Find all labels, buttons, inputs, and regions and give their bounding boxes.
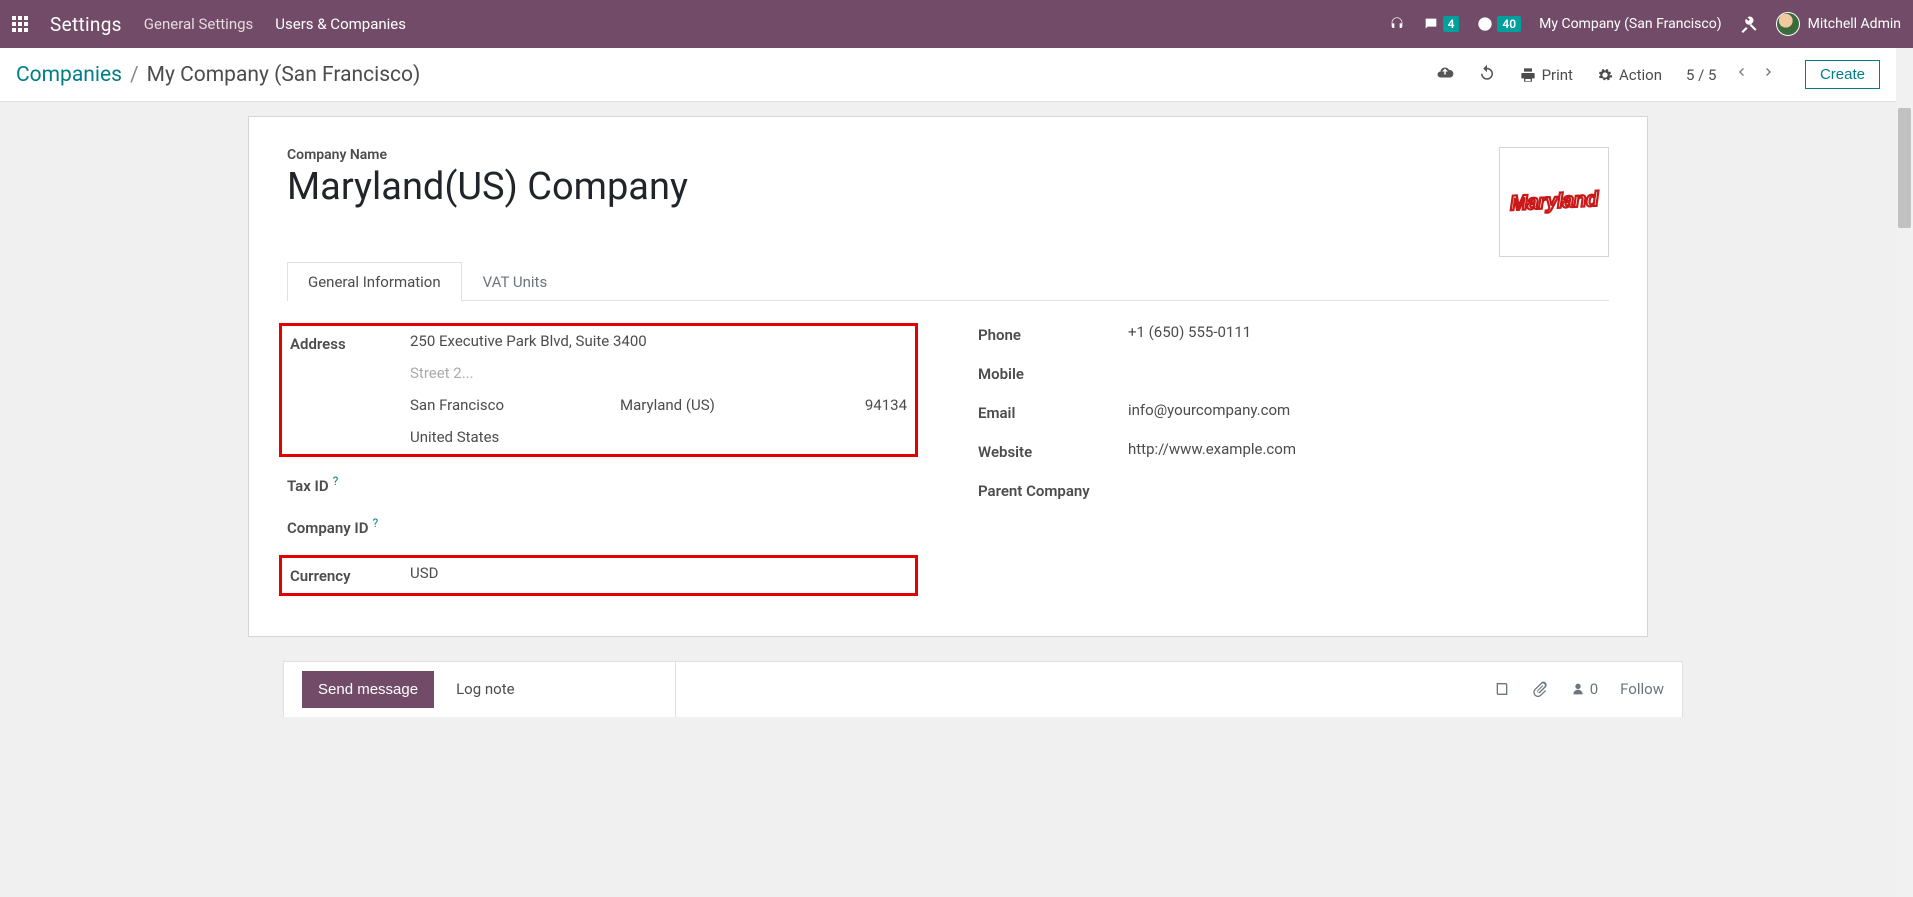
breadcrumb-root[interactable]: Companies — [16, 63, 122, 87]
website-value[interactable]: http://www.example.com — [1128, 440, 1609, 458]
tax-id-label: Tax ID? — [287, 471, 407, 495]
attachments-button[interactable] — [1494, 681, 1510, 697]
chevron-left-icon — [1733, 64, 1749, 80]
menu-general-settings[interactable]: General Settings — [144, 15, 254, 33]
help-icon[interactable]: ? — [372, 516, 378, 530]
cloud-upload-icon — [1436, 64, 1454, 82]
headset-icon — [1389, 16, 1405, 32]
create-button[interactable]: Create — [1805, 60, 1880, 89]
mobile-label: Mobile — [978, 362, 1128, 383]
address-country[interactable]: United States — [410, 428, 907, 446]
action-menu[interactable]: Action — [1597, 66, 1662, 84]
email-value[interactable]: info@yourcompany.com — [1128, 401, 1609, 419]
company-logo[interactable]: Maryland — [1499, 147, 1609, 257]
activities-badge: 40 — [1497, 16, 1521, 32]
address-street[interactable]: 250 Executive Park Blvd, Suite 3400 — [410, 332, 907, 350]
breadcrumb-separator: / — [130, 63, 139, 87]
print-icon — [1520, 67, 1536, 83]
chevron-right-icon — [1761, 64, 1777, 80]
systray-debug[interactable] — [1740, 15, 1758, 33]
follow-button[interactable]: Follow — [1620, 680, 1664, 698]
menu-users-companies[interactable]: Users & Companies — [275, 15, 406, 33]
address-street2[interactable]: Street 2... — [410, 364, 907, 382]
company-name-value[interactable]: Maryland(US) Company — [287, 165, 1609, 211]
scrollbar[interactable] — [1896, 48, 1913, 897]
app-brand[interactable]: Settings — [50, 13, 122, 36]
form-sheet: Company Name Maryland(US) Company Maryla… — [248, 116, 1648, 637]
tab-general-information[interactable]: General Information — [287, 262, 462, 301]
email-label: Email — [978, 401, 1128, 422]
discard-button[interactable] — [1478, 64, 1496, 86]
address-state[interactable]: Maryland (US) — [620, 396, 827, 414]
company-name-label: Company Name — [287, 147, 1609, 163]
systray-onboarding[interactable] — [1389, 16, 1405, 32]
clock-icon — [1477, 16, 1493, 32]
pager: 5 / 5 — [1686, 64, 1781, 85]
company-logo-text: Maryland — [1509, 188, 1598, 217]
pager-value[interactable]: 5 / 5 — [1686, 66, 1717, 84]
messaging-badge: 4 — [1443, 16, 1460, 32]
help-icon[interactable]: ? — [333, 474, 339, 488]
print-menu[interactable]: Print — [1520, 66, 1573, 84]
systray-messaging[interactable]: 4 — [1423, 16, 1460, 32]
address-highlight: Address 250 Executive Park Blvd, Suite 3… — [279, 323, 918, 457]
paperclip-icon — [1532, 681, 1548, 697]
tab-vat-units[interactable]: VAT Units — [462, 262, 569, 301]
currency-label: Currency — [290, 564, 410, 585]
current-company-label: My Company (San Francisco) — [1539, 16, 1721, 32]
address-label: Address — [290, 332, 410, 353]
followers-button[interactable]: 0 — [1570, 680, 1598, 698]
book-icon — [1494, 681, 1510, 697]
breadcrumb-current: My Company (San Francisco) — [147, 63, 421, 87]
followers-count: 0 — [1590, 680, 1598, 698]
currency-value[interactable]: USD — [410, 564, 907, 582]
breadcrumb: Companies / My Company (San Francisco) — [16, 63, 1436, 87]
print-label: Print — [1542, 66, 1573, 84]
tools-icon — [1740, 15, 1758, 33]
chatter-bar: Send message Log note 0 Follow — [283, 661, 1683, 717]
user-icon — [1570, 681, 1586, 697]
log-note-button[interactable]: Log note — [456, 680, 514, 698]
attach-file-button[interactable] — [1532, 681, 1548, 697]
send-message-button[interactable]: Send message — [302, 671, 434, 708]
gear-icon — [1597, 67, 1613, 83]
form-tabs: General Information VAT Units — [287, 261, 1609, 301]
pager-prev[interactable] — [1729, 64, 1757, 85]
address-zip[interactable]: 94134 — [827, 396, 907, 414]
scroll-thumb[interactable] — [1898, 108, 1911, 228]
apps-icon[interactable] — [12, 16, 28, 32]
address-city[interactable]: San Francisco — [410, 396, 620, 414]
user-name: Mitchell Admin — [1808, 16, 1901, 32]
website-label: Website — [978, 440, 1128, 461]
undo-icon — [1478, 64, 1496, 82]
company-switcher[interactable]: My Company (San Francisco) — [1539, 16, 1721, 32]
parent-company-label: Parent Company — [978, 479, 1128, 500]
comments-icon — [1423, 16, 1439, 32]
top-navbar: Settings General Settings Users & Compan… — [0, 0, 1913, 48]
pager-next[interactable] — [1757, 64, 1781, 85]
avatar — [1776, 12, 1800, 36]
action-label: Action — [1619, 66, 1662, 84]
systray-activities[interactable]: 40 — [1477, 16, 1521, 32]
cloud-upload-button[interactable] — [1436, 64, 1454, 86]
control-panel: Companies / My Company (San Francisco) P… — [0, 48, 1896, 102]
currency-highlight: Currency USD — [279, 555, 918, 596]
company-id-label: Company ID? — [287, 513, 407, 537]
phone-value[interactable]: +1 (650) 555-0111 — [1128, 323, 1609, 341]
phone-label: Phone — [978, 323, 1128, 344]
user-menu[interactable]: Mitchell Admin — [1776, 12, 1901, 36]
